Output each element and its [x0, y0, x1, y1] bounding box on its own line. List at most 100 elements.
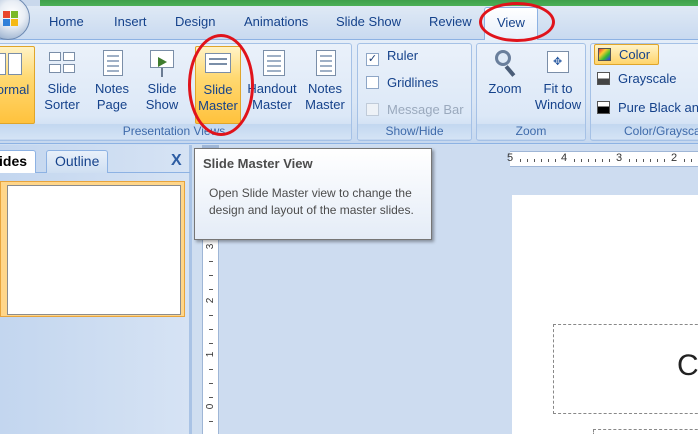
slide-show-label-2: Show: [145, 97, 179, 112]
vruler-tick: [209, 275, 213, 276]
zoom-label: Zoom: [488, 81, 522, 96]
vruler-number: 3: [205, 243, 216, 250]
tab-review[interactable]: Review: [429, 14, 472, 29]
notes-master-label-2: Master: [305, 97, 345, 112]
normal-view-icon: [0, 49, 30, 79]
pure-black-white-button[interactable]: Pure Black and: [597, 100, 698, 115]
vruler-tick: [209, 315, 213, 316]
message-bar-checkbox: [366, 103, 379, 116]
hruler-tick: [527, 159, 528, 162]
hruler-tick: [574, 159, 575, 162]
slide-sorter-label-2: Sorter: [44, 97, 80, 112]
vruler-tick: [209, 397, 213, 398]
slide-show-label-1: Slide: [147, 81, 177, 96]
slide-thumbnail-image: [7, 185, 181, 315]
slide-master-label-1: Slide: [203, 82, 233, 97]
message-bar-label: Message Bar: [387, 102, 464, 117]
tab-slide-show[interactable]: Slide Show: [336, 14, 401, 29]
vruler-tick: [209, 369, 213, 370]
slide-page[interactable]: C: [512, 195, 698, 434]
pure-black-label: Pure Black and: [618, 100, 698, 115]
hruler-tick: [650, 159, 651, 162]
normal-view-label: ormal: [0, 82, 30, 97]
gridlines-checkbox-row[interactable]: Gridlines: [366, 75, 438, 90]
hruler-tick: [602, 159, 603, 162]
close-icon[interactable]: X: [171, 152, 182, 170]
grayscale-label: Grayscale: [618, 71, 677, 86]
ruler-checkbox-row[interactable]: ✓ Ruler: [366, 48, 418, 66]
hruler-tick: [691, 159, 692, 162]
notes-page-button[interactable]: Notes Page: [91, 46, 133, 113]
slide-master-button[interactable]: Slide Master: [195, 46, 241, 124]
vruler-number: 0: [205, 403, 216, 410]
ruler-label: Ruler: [387, 48, 419, 63]
tooltip-title: Slide Master View: [203, 156, 313, 171]
tab-outline[interactable]: Outline: [46, 150, 109, 173]
office-button[interactable]: [0, 0, 30, 40]
gridlines-label: Gridlines: [387, 75, 439, 90]
notes-page-label-2: Page: [96, 97, 128, 112]
hruler-tick: [534, 159, 535, 162]
tab-view[interactable]: View: [484, 7, 538, 41]
hruler-tick: [684, 159, 685, 162]
hruler-tick: [664, 159, 665, 162]
color-swatch-icon: [598, 48, 611, 61]
gridlines-checkbox[interactable]: [366, 76, 379, 89]
handout-master-icon: [258, 48, 286, 78]
magnifier-icon: [491, 48, 519, 78]
fit-to-window-label-1: Fit to: [543, 81, 573, 96]
slide-sorter-button[interactable]: Slide Sorter: [41, 46, 83, 113]
hruler-tick: [581, 159, 582, 162]
color-button[interactable]: Color: [594, 44, 660, 65]
vruler-tick: [209, 261, 213, 262]
zoom-button[interactable]: Zoom: [483, 46, 527, 97]
vruler-number: 2: [205, 297, 216, 304]
fit-to-window-button[interactable]: ✥ Fit to Window: [531, 46, 585, 113]
slide-sorter-label-1: Slide: [47, 81, 77, 96]
tab-insert[interactable]: Insert: [114, 14, 147, 29]
hruler-tick: [555, 159, 556, 162]
handout-master-label-2: Master: [252, 97, 292, 112]
fit-to-window-label-2: Window: [534, 97, 582, 112]
ribbon-tab-bar: Home Insert Design Animations Slide Show…: [0, 0, 698, 41]
group-zoom: Zoom ✥ Fit to Window Zoom: [476, 43, 586, 141]
title-placeholder[interactable]: C: [553, 324, 698, 414]
notes-page-label-1: Notes: [95, 81, 129, 96]
slide-show-button[interactable]: Slide Show: [141, 46, 183, 113]
group-show-hide: ✓ Ruler Gridlines Message Bar Show/Hide: [357, 43, 472, 141]
slide-thumbnail-selected[interactable]: [0, 181, 185, 317]
hruler-number: 2: [671, 152, 678, 164]
projector-screen-icon: [148, 48, 176, 78]
hruler-number: 3: [616, 152, 623, 164]
office-logo-icon: [3, 11, 19, 27]
vruler-tick: [209, 343, 213, 344]
tab-design[interactable]: Design: [175, 14, 215, 29]
notes-page-icon: [98, 48, 126, 78]
vruler-tick: [209, 421, 213, 422]
grayscale-button[interactable]: Grayscale: [597, 71, 677, 86]
ribbon: ormal Slide Sorter Notes Page Slide Show: [0, 40, 698, 144]
ruler-checkbox[interactable]: ✓: [366, 53, 379, 66]
tab-home[interactable]: Home: [49, 14, 84, 29]
tab-animations[interactable]: Animations: [244, 14, 308, 29]
slide-master-tooltip: Slide Master View Open Slide Master view…: [194, 148, 432, 240]
vruler-tick: [209, 329, 213, 330]
slide-sorter-icon: [48, 48, 76, 78]
notes-master-button[interactable]: Notes Master: [301, 46, 349, 113]
tab-slides[interactable]: ides: [0, 150, 37, 173]
vruler-tick: [209, 289, 213, 290]
handout-master-button[interactable]: Handout Master: [247, 46, 297, 113]
hruler-tick: [609, 159, 610, 162]
normal-view-button[interactable]: ormal: [0, 46, 35, 124]
grayscale-swatch-icon: [597, 72, 610, 85]
slide-master-label-2: Master: [198, 98, 238, 113]
tooltip-body: Open Slide Master view to change the des…: [209, 186, 414, 217]
notes-master-label-1: Notes: [308, 81, 342, 96]
color-label: Color: [619, 47, 651, 62]
slides-outline-pane: ides Outline X: [0, 145, 192, 434]
subtitle-placeholder[interactable]: [593, 429, 698, 434]
hruler-tick: [629, 159, 630, 162]
color-grayscale-group-label: Color/Graysca: [591, 124, 698, 139]
hruler-tick: [657, 159, 658, 162]
slide-master-icon: [204, 49, 232, 79]
